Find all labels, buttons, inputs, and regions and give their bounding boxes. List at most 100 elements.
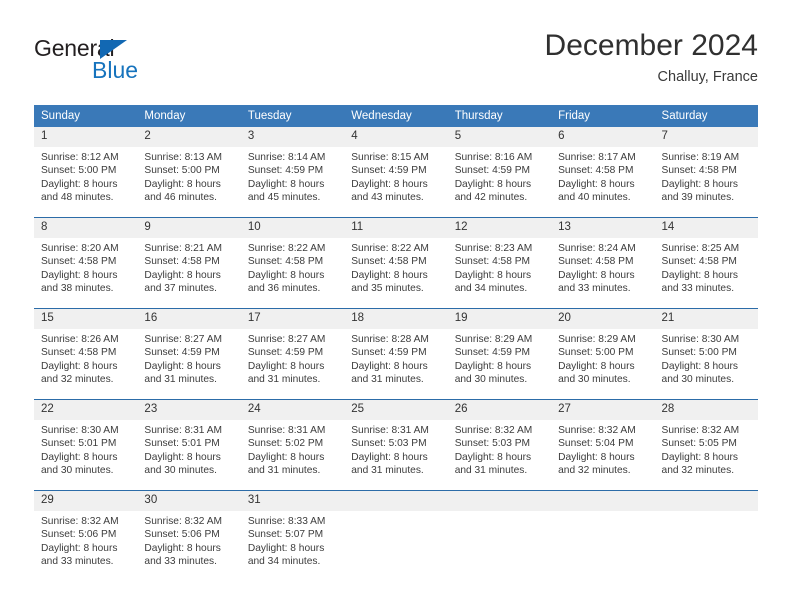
day-number: 7 [654,127,758,147]
sunrise-text: Sunrise: 8:32 AM [661,425,740,436]
sunrise-text: Sunrise: 8:29 AM [558,334,636,345]
day-cell[interactable]: 8 Sunrise: 8:20 AM Sunset: 4:58 PM Daylight… [34,217,138,309]
day-number: 21 [654,309,758,329]
day-details: Sunrise: 8:21 AM Sunset: 4:58 PM Daylight:… [137,238,240,308]
day-details: Sunrise: 8:14 AM Sunset: 4:59 PM Daylight:… [241,147,344,217]
day-cell-empty [344,490,448,581]
day-cell[interactable]: 2 Sunrise: 8:13 AM Sunset: 5:00 PM Daylight… [137,127,241,218]
day-cell[interactable]: 26 Sunrise: 8:32 AM Sunset: 5:03 PM Dayligh… [447,399,552,491]
daylight-text: and 37 minutes. [144,283,217,295]
weekday-header-thursday: Thursday [447,105,552,127]
day-cell[interactable]: 3 Sunrise: 8:14 AM Sunset: 4:59 PM Daylight… [240,127,345,218]
day-details: Sunrise: 8:22 AM Sunset: 4:58 PM Daylight:… [241,238,344,308]
day-cell[interactable]: 22 Sunrise: 8:30 AM Sunset: 5:01 PM Dayligh… [34,399,138,491]
day-cell[interactable]: 23 Sunrise: 8:31 AM Sunset: 5:01 PM Dayligh… [137,399,241,491]
calendar-week-row: 1 Sunrise: 8:12 AM Sunset: 5:00 PM Daylight… [34,127,758,218]
sunset-text: Sunset: 5:03 PM [351,438,427,450]
day-number: 27 [551,400,655,420]
sunrise-text: Sunrise: 8:22 AM [351,243,429,254]
day-cell[interactable]: 20 Sunrise: 8:29 AM Sunset: 5:00 PM Dayligh… [551,308,655,400]
daylight-text: Daylight: 8 hours [41,360,118,372]
general-blue-logo[interactable]: General Blue [34,36,214,94]
day-details: Sunrise: 8:15 AM Sunset: 4:59 PM Daylight:… [344,147,447,217]
day-cell[interactable]: 24 Sunrise: 8:31 AM Sunset: 5:02 PM Dayligh… [240,399,345,491]
day-cell[interactable]: 14 Sunrise: 8:25 AM Sunset: 4:58 PM Dayligh… [654,217,758,309]
weekday-header-row: Sunday Monday Tuesday Wednesday Thursday Frid… [34,105,758,127]
day-cell[interactable]: 21 Sunrise: 8:30 AM Sunset: 5:00 PM Dayligh… [654,308,758,400]
sunrise-text: Sunrise: 8:13 AM [144,152,223,163]
sunset-text: Sunset: 4:58 PM [661,165,737,177]
sunrise-text: Sunrise: 8:28 AM [351,334,429,345]
sunrise-text: Sunrise: 8:27 AM [247,334,326,345]
calendar-week-row: 8 Sunrise: 8:20 AM Sunset: 4:58 PM Daylight… [34,217,758,309]
day-details: Sunrise: 8:31 AM Sunset: 5:03 PM Daylight:… [344,420,447,490]
daylight-text: and 34 minutes. [247,556,321,568]
daylight-text: and 46 minutes. [144,192,217,204]
day-cell[interactable]: 10 Sunrise: 8:22 AM Sunset: 4:58 PM Dayligh… [240,217,345,309]
day-cell[interactable]: 7 Sunrise: 8:19 AM Sunset: 4:58 PM Daylight… [654,127,758,218]
daylight-text: and 48 minutes. [41,192,114,204]
day-number: 22 [34,400,138,420]
sunset-text: Sunset: 4:59 PM [351,165,427,177]
day-details: Sunrise: 8:32 AM Sunset: 5:06 PM Daylight:… [34,511,137,581]
day-number: 8 [34,218,138,238]
daylight-text: Daylight: 8 hours [558,451,635,463]
day-cell[interactable]: 4 Sunrise: 8:15 AM Sunset: 4:59 PM Daylight… [344,127,448,218]
day-details: Sunrise: 8:26 AM Sunset: 4:58 PM Daylight:… [34,329,137,399]
day-cell[interactable]: 11 Sunrise: 8:22 AM Sunset: 4:58 PM Dayligh… [344,217,448,309]
day-details: Sunrise: 8:32 AM Sunset: 5:03 PM Daylight:… [448,420,551,490]
sunrise-text: Sunrise: 8:22 AM [247,243,326,254]
day-cell[interactable]: 28 Sunrise: 8:32 AM Sunset: 5:05 PM Dayligh… [654,399,758,491]
day-details: Sunrise: 8:32 AM Sunset: 5:06 PM Daylight:… [137,511,240,581]
daylight-text: and 43 minutes. [351,192,424,204]
day-cell[interactable]: 30 Sunrise: 8:32 AM Sunset: 5:06 PM Dayligh… [137,490,241,581]
day-number [654,491,758,511]
day-cell[interactable]: 9 Sunrise: 8:21 AM Sunset: 4:58 PM Daylight… [137,217,241,309]
day-cell[interactable]: 12 Sunrise: 8:23 AM Sunset: 4:58 PM Dayligh… [447,217,552,309]
daylight-text: and 33 minutes. [144,556,217,568]
daylight-text: Daylight: 8 hours [661,360,738,372]
day-cell[interactable]: 25 Sunrise: 8:31 AM Sunset: 5:03 PM Dayligh… [344,399,448,491]
daylight-text: Daylight: 8 hours [351,360,428,372]
weekday-header-wednesday: Wednesday [344,105,448,127]
day-number: 26 [447,400,552,420]
daylight-text: Daylight: 8 hours [558,269,635,281]
daylight-text: and 40 minutes. [558,192,631,204]
daylight-text: and 31 minutes. [144,374,217,386]
day-cell[interactable]: 19 Sunrise: 8:29 AM Sunset: 4:59 PM Dayligh… [447,308,552,400]
day-details: Sunrise: 8:22 AM Sunset: 4:58 PM Daylight:… [344,238,447,308]
sunset-text: Sunset: 5:01 PM [144,438,220,450]
daylight-text: Daylight: 8 hours [247,360,325,372]
sunset-text: Sunset: 5:04 PM [558,438,634,450]
calendar-table: Sunday Monday Tuesday Wednesday Thursday Frid… [34,105,758,581]
day-number: 14 [654,218,758,238]
day-details: Sunrise: 8:28 AM Sunset: 4:59 PM Daylight:… [344,329,447,399]
sunset-text: Sunset: 5:02 PM [247,438,324,450]
day-cell[interactable]: 18 Sunrise: 8:28 AM Sunset: 4:59 PM Dayligh… [344,308,448,400]
daylight-text: Daylight: 8 hours [351,178,428,190]
sunset-text: Sunset: 4:59 PM [144,347,220,359]
day-details: Sunrise: 8:13 AM Sunset: 5:00 PM Daylight:… [137,147,240,217]
sunrise-text: Sunrise: 8:24 AM [558,243,636,254]
day-cell[interactable]: 27 Sunrise: 8:32 AM Sunset: 5:04 PM Dayligh… [551,399,655,491]
day-cell[interactable]: 1 Sunrise: 8:12 AM Sunset: 5:00 PM Daylight… [34,127,138,218]
sunset-text: Sunset: 5:07 PM [247,529,324,541]
day-cell[interactable]: 29 Sunrise: 8:32 AM Sunset: 5:06 PM Dayligh… [34,490,138,581]
sunset-text: Sunset: 5:01 PM [41,438,117,450]
day-number: 31 [240,491,345,511]
daylight-text: Daylight: 8 hours [558,178,635,190]
day-cell[interactable]: 16 Sunrise: 8:27 AM Sunset: 4:59 PM Dayligh… [137,308,241,400]
day-cell[interactable]: 13 Sunrise: 8:24 AM Sunset: 4:58 PM Dayligh… [551,217,655,309]
daylight-text: and 38 minutes. [41,283,114,295]
calendar-week-row: 22 Sunrise: 8:30 AM Sunset: 5:01 PM Dayligh… [34,399,758,491]
day-details: Sunrise: 8:12 AM Sunset: 5:00 PM Daylight:… [34,147,137,217]
day-cell[interactable]: 31 Sunrise: 8:33 AM Sunset: 5:07 PM Dayligh… [240,490,345,581]
day-details: Sunrise: 8:33 AM Sunset: 5:07 PM Daylight:… [241,511,344,581]
day-cell[interactable]: 17 Sunrise: 8:27 AM Sunset: 4:59 PM Dayligh… [240,308,345,400]
day-cell[interactable]: 6 Sunrise: 8:17 AM Sunset: 4:58 PM Daylight… [551,127,655,218]
sunset-text: Sunset: 5:06 PM [41,529,117,541]
day-cell[interactable]: 5 Sunrise: 8:16 AM Sunset: 4:59 PM Daylight… [447,127,552,218]
daylight-text: and 30 minutes. [558,374,631,386]
day-cell[interactable]: 15 Sunrise: 8:26 AM Sunset: 4:58 PM Dayligh… [34,308,138,400]
sunrise-text: Sunrise: 8:27 AM [144,334,223,345]
